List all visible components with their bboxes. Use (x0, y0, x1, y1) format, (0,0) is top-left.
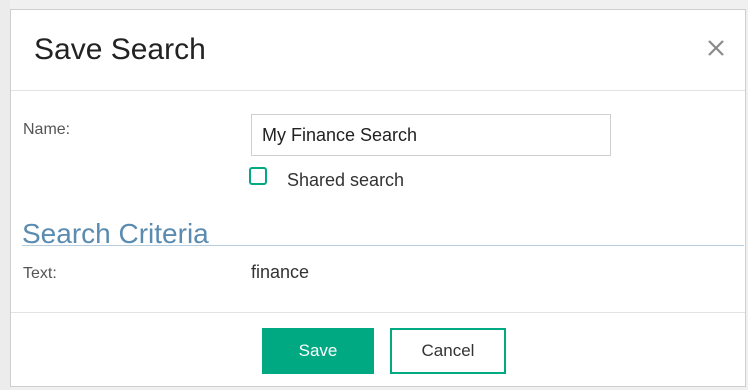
save-search-dialog: Save Search Name: Shared search Search C… (10, 9, 746, 387)
shared-search-label[interactable]: Shared search (287, 169, 404, 191)
save-button[interactable]: Save (262, 328, 374, 374)
cancel-button[interactable]: Cancel (390, 328, 506, 374)
text-value: finance (251, 262, 310, 282)
name-label: Name: (23, 121, 71, 138)
shared-search-checkbox[interactable] (249, 167, 267, 185)
close-icon (708, 40, 724, 56)
background-page-edge (0, 0, 10, 390)
text-label: Text: (23, 265, 57, 282)
close-button[interactable] (704, 36, 728, 60)
name-input[interactable] (251, 114, 611, 156)
section-divider (22, 245, 744, 246)
footer-divider (11, 312, 745, 313)
dialog-title: Save Search (34, 33, 206, 66)
dialog-header: Save Search (11, 10, 745, 91)
